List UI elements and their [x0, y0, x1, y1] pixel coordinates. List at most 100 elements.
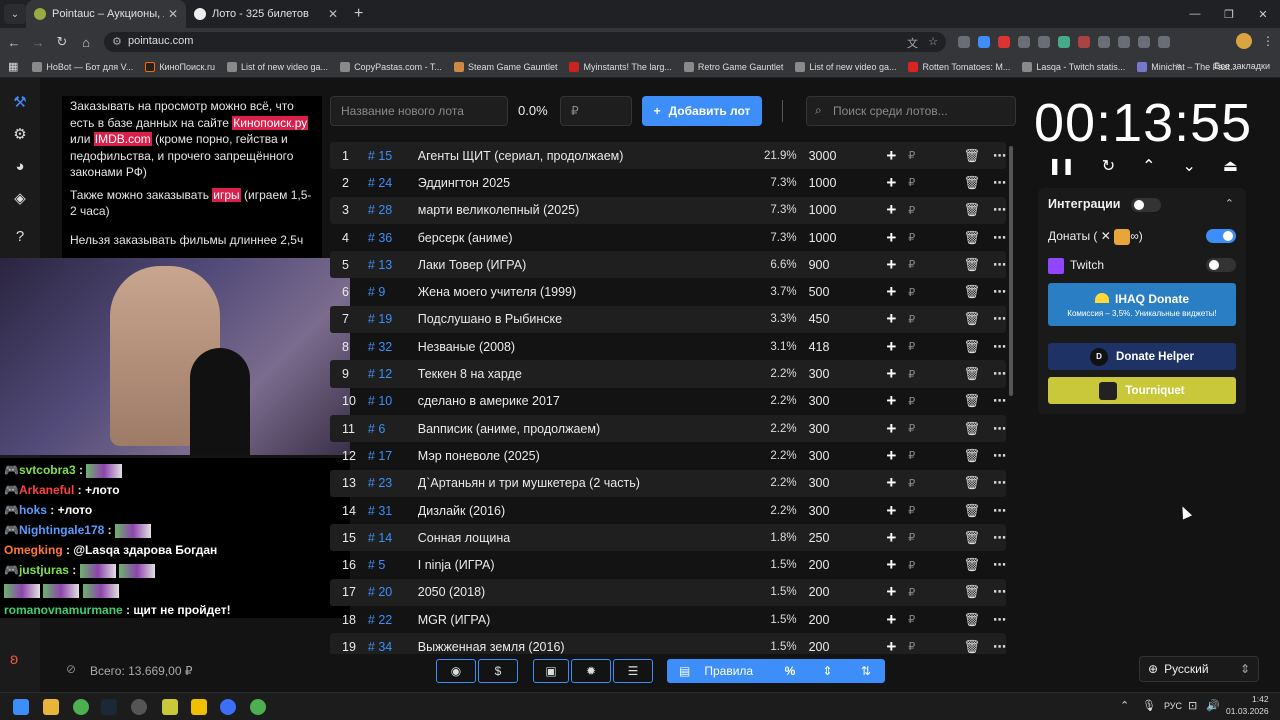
- donate-helper-button[interactable]: D Donate Helper: [1048, 343, 1236, 370]
- delete-lot-icon[interactable]: 🗑: [932, 366, 981, 382]
- lot-name[interactable]: Подслушано в Рыбинске: [418, 312, 727, 326]
- lot-row[interactable]: 10 # 10 сделано в америке 2017 2.2% 300 + ₽ 🗑 ⋯: [330, 388, 1006, 415]
- lot-name[interactable]: I ninja (ИГРА): [418, 558, 727, 572]
- extension-icon[interactable]: [1038, 36, 1050, 48]
- more-options-icon[interactable]: ⋯: [980, 339, 1006, 355]
- sidepanel-icon[interactable]: [1158, 36, 1170, 48]
- lot-search-input[interactable]: ⌕ Поиск среди лотов...: [806, 96, 1016, 126]
- twitch-toggle[interactable]: [1206, 258, 1236, 272]
- add-amount-icon[interactable]: +: [874, 528, 908, 548]
- add-amount-icon[interactable]: +: [874, 391, 908, 411]
- browser-tab-loto[interactable]: Лото - 325 билетов ✕: [186, 0, 346, 28]
- delete-lot-icon[interactable]: 🗑: [932, 230, 981, 246]
- collapse-chevron-icon[interactable]: ⌃: [1225, 197, 1234, 210]
- lot-row[interactable]: 15 # 14 Сонная лощина 1.8% 250 + ₽ 🗑 ⋯: [330, 524, 1006, 552]
- more-options-icon[interactable]: ⋯: [980, 230, 1006, 246]
- delete-lot-icon[interactable]: 🗑: [932, 530, 981, 546]
- lots-scrollbar[interactable]: [1009, 146, 1013, 396]
- site-info-icon[interactable]: ⚙: [112, 35, 122, 48]
- lot-name[interactable]: Выжженная земля (2016): [418, 640, 727, 654]
- lot-name[interactable]: Вanписик (аниме, продолжаем): [418, 422, 727, 436]
- delete-lot-icon[interactable]: 🗑: [932, 175, 981, 191]
- app-icon[interactable]: [191, 699, 207, 715]
- add-amount-icon[interactable]: +: [874, 282, 908, 302]
- increase-time-icon[interactable]: ⌃: [1142, 156, 1155, 180]
- github-icon[interactable]: ◉: [436, 659, 476, 683]
- add-amount-icon[interactable]: +: [874, 555, 908, 575]
- help-icon[interactable]: ?: [0, 220, 40, 252]
- new-lot-name-input[interactable]: Название нового лота: [330, 96, 508, 126]
- extension-icon[interactable]: [1098, 36, 1110, 48]
- lot-amount[interactable]: 300: [797, 394, 875, 408]
- delete-lot-icon[interactable]: 🗑: [932, 339, 981, 355]
- lot-row[interactable]: 12 # 17 Мэр поневоле (2025) 2.2% 300 + ₽ 🗑 ⋯: [330, 442, 1006, 469]
- percent-toggle-button[interactable]: %: [772, 664, 808, 678]
- more-options-icon[interactable]: ⋯: [980, 421, 1006, 437]
- add-amount-icon[interactable]: +: [874, 200, 908, 220]
- app-icon[interactable]: [220, 699, 236, 715]
- settings-gear-icon[interactable]: ⚙: [0, 118, 40, 150]
- lot-name[interactable]: Эддингтон 2025: [418, 176, 727, 190]
- keyboard-language[interactable]: РУС: [1164, 701, 1182, 711]
- extension-icon[interactable]: [1018, 36, 1030, 48]
- minimize-icon[interactable]: —: [1178, 0, 1212, 28]
- browser-tab-pointauc[interactable]: Pointauc – Аукционы, лотереи ✕: [26, 0, 186, 28]
- lot-amount[interactable]: 250: [797, 531, 875, 545]
- bookmarks-overflow-icon[interactable]: »: [1176, 60, 1181, 70]
- reload-icon[interactable]: ↻: [50, 34, 74, 50]
- extension-icon[interactable]: [958, 36, 970, 48]
- network-icon[interactable]: ⊡: [1188, 699, 1197, 712]
- add-amount-icon[interactable]: +: [874, 501, 908, 521]
- add-amount-icon[interactable]: +: [874, 637, 908, 654]
- save-icon[interactable]: ▣: [533, 659, 569, 683]
- lot-amount[interactable]: 900: [797, 258, 875, 272]
- delete-lot-icon[interactable]: 🗑: [932, 503, 981, 519]
- extension-icon[interactable]: [978, 36, 990, 48]
- lot-name[interactable]: Дизлайк (2016): [418, 504, 727, 518]
- lot-row[interactable]: 11 # 6 Вanписик (аниме, продолжаем) 2.2% 300…: [330, 414, 1006, 443]
- lot-amount[interactable]: 200: [797, 585, 875, 599]
- add-amount-icon[interactable]: +: [874, 582, 908, 602]
- lot-name[interactable]: Незваные (2008): [418, 340, 727, 354]
- add-amount-icon[interactable]: +: [874, 146, 908, 166]
- file-explorer-icon[interactable]: [43, 699, 59, 715]
- delete-lot-icon[interactable]: 🗑: [932, 612, 981, 628]
- lot-name[interactable]: Жена моего учителя (1999): [418, 285, 727, 299]
- translate-icon[interactable]: 文: [907, 35, 918, 51]
- browser-menu-icon[interactable]: ⋮: [1262, 34, 1274, 48]
- bookmark-star-icon[interactable]: ☆: [928, 35, 938, 48]
- app-logo-icon[interactable]: ʚ: [10, 651, 18, 669]
- pause-icon[interactable]: ❚❚: [1048, 156, 1075, 180]
- ihaq-donate-card[interactable]: IHAQ Donate Комиссия – 3,5%. Уникальные …: [1048, 283, 1236, 326]
- steam-icon[interactable]: [101, 699, 117, 715]
- delete-lot-icon[interactable]: 🗑: [932, 584, 981, 600]
- lot-name[interactable]: Лаки Товер (ИГРА): [418, 258, 727, 272]
- add-amount-icon[interactable]: +: [874, 309, 908, 329]
- delete-lot-icon[interactable]: 🗑: [932, 421, 981, 437]
- rules-button[interactable]: Правила: [704, 664, 765, 678]
- more-options-icon[interactable]: ⋯: [980, 612, 1006, 628]
- new-lot-amount-input[interactable]: ₽: [560, 96, 632, 126]
- microphone-icon[interactable]: 🎙: [1142, 699, 1156, 712]
- lot-row[interactable]: 17 # 20 2050 (2018) 1.5% 200 + ₽ 🗑 ⋯: [330, 578, 1006, 607]
- lot-amount[interactable]: 200: [797, 640, 875, 654]
- lot-amount[interactable]: 3000: [797, 149, 875, 163]
- collapse-timer-icon[interactable]: ⏏: [1223, 156, 1238, 180]
- apps-grid-icon[interactable]: ▦: [8, 60, 18, 73]
- more-options-icon[interactable]: ⋯: [980, 175, 1006, 191]
- lot-name[interactable]: Теккен 8 на харде: [418, 367, 727, 381]
- lot-row[interactable]: 14 # 31 Дизлайк (2016) 2.2% 300 + ₽ 🗑 ⋯: [330, 497, 1006, 524]
- lot-name[interactable]: 2050 (2018): [418, 585, 727, 599]
- system-clock[interactable]: 1:42 01.03.2026: [1226, 693, 1269, 717]
- extension-icon[interactable]: [998, 36, 1010, 48]
- lot-row[interactable]: 19 # 34 Выжженная земля (2016) 1.5% 200 + ₽ 🗑 ⋯: [330, 633, 1006, 654]
- delete-lot-icon[interactable]: 🗑: [932, 557, 981, 573]
- app-icon[interactable]: [162, 699, 178, 715]
- more-options-icon[interactable]: ⋯: [980, 475, 1006, 491]
- lot-amount[interactable]: 300: [797, 449, 875, 463]
- bug-icon[interactable]: ✹: [571, 659, 611, 683]
- lot-amount[interactable]: 1000: [797, 203, 875, 217]
- layers-icon[interactable]: ◈: [0, 182, 40, 214]
- lot-amount[interactable]: 1000: [797, 231, 875, 245]
- lot-row[interactable]: 18 # 22 MGR (ИГРА) 1.5% 200 + ₽ 🗑 ⋯: [330, 606, 1006, 633]
